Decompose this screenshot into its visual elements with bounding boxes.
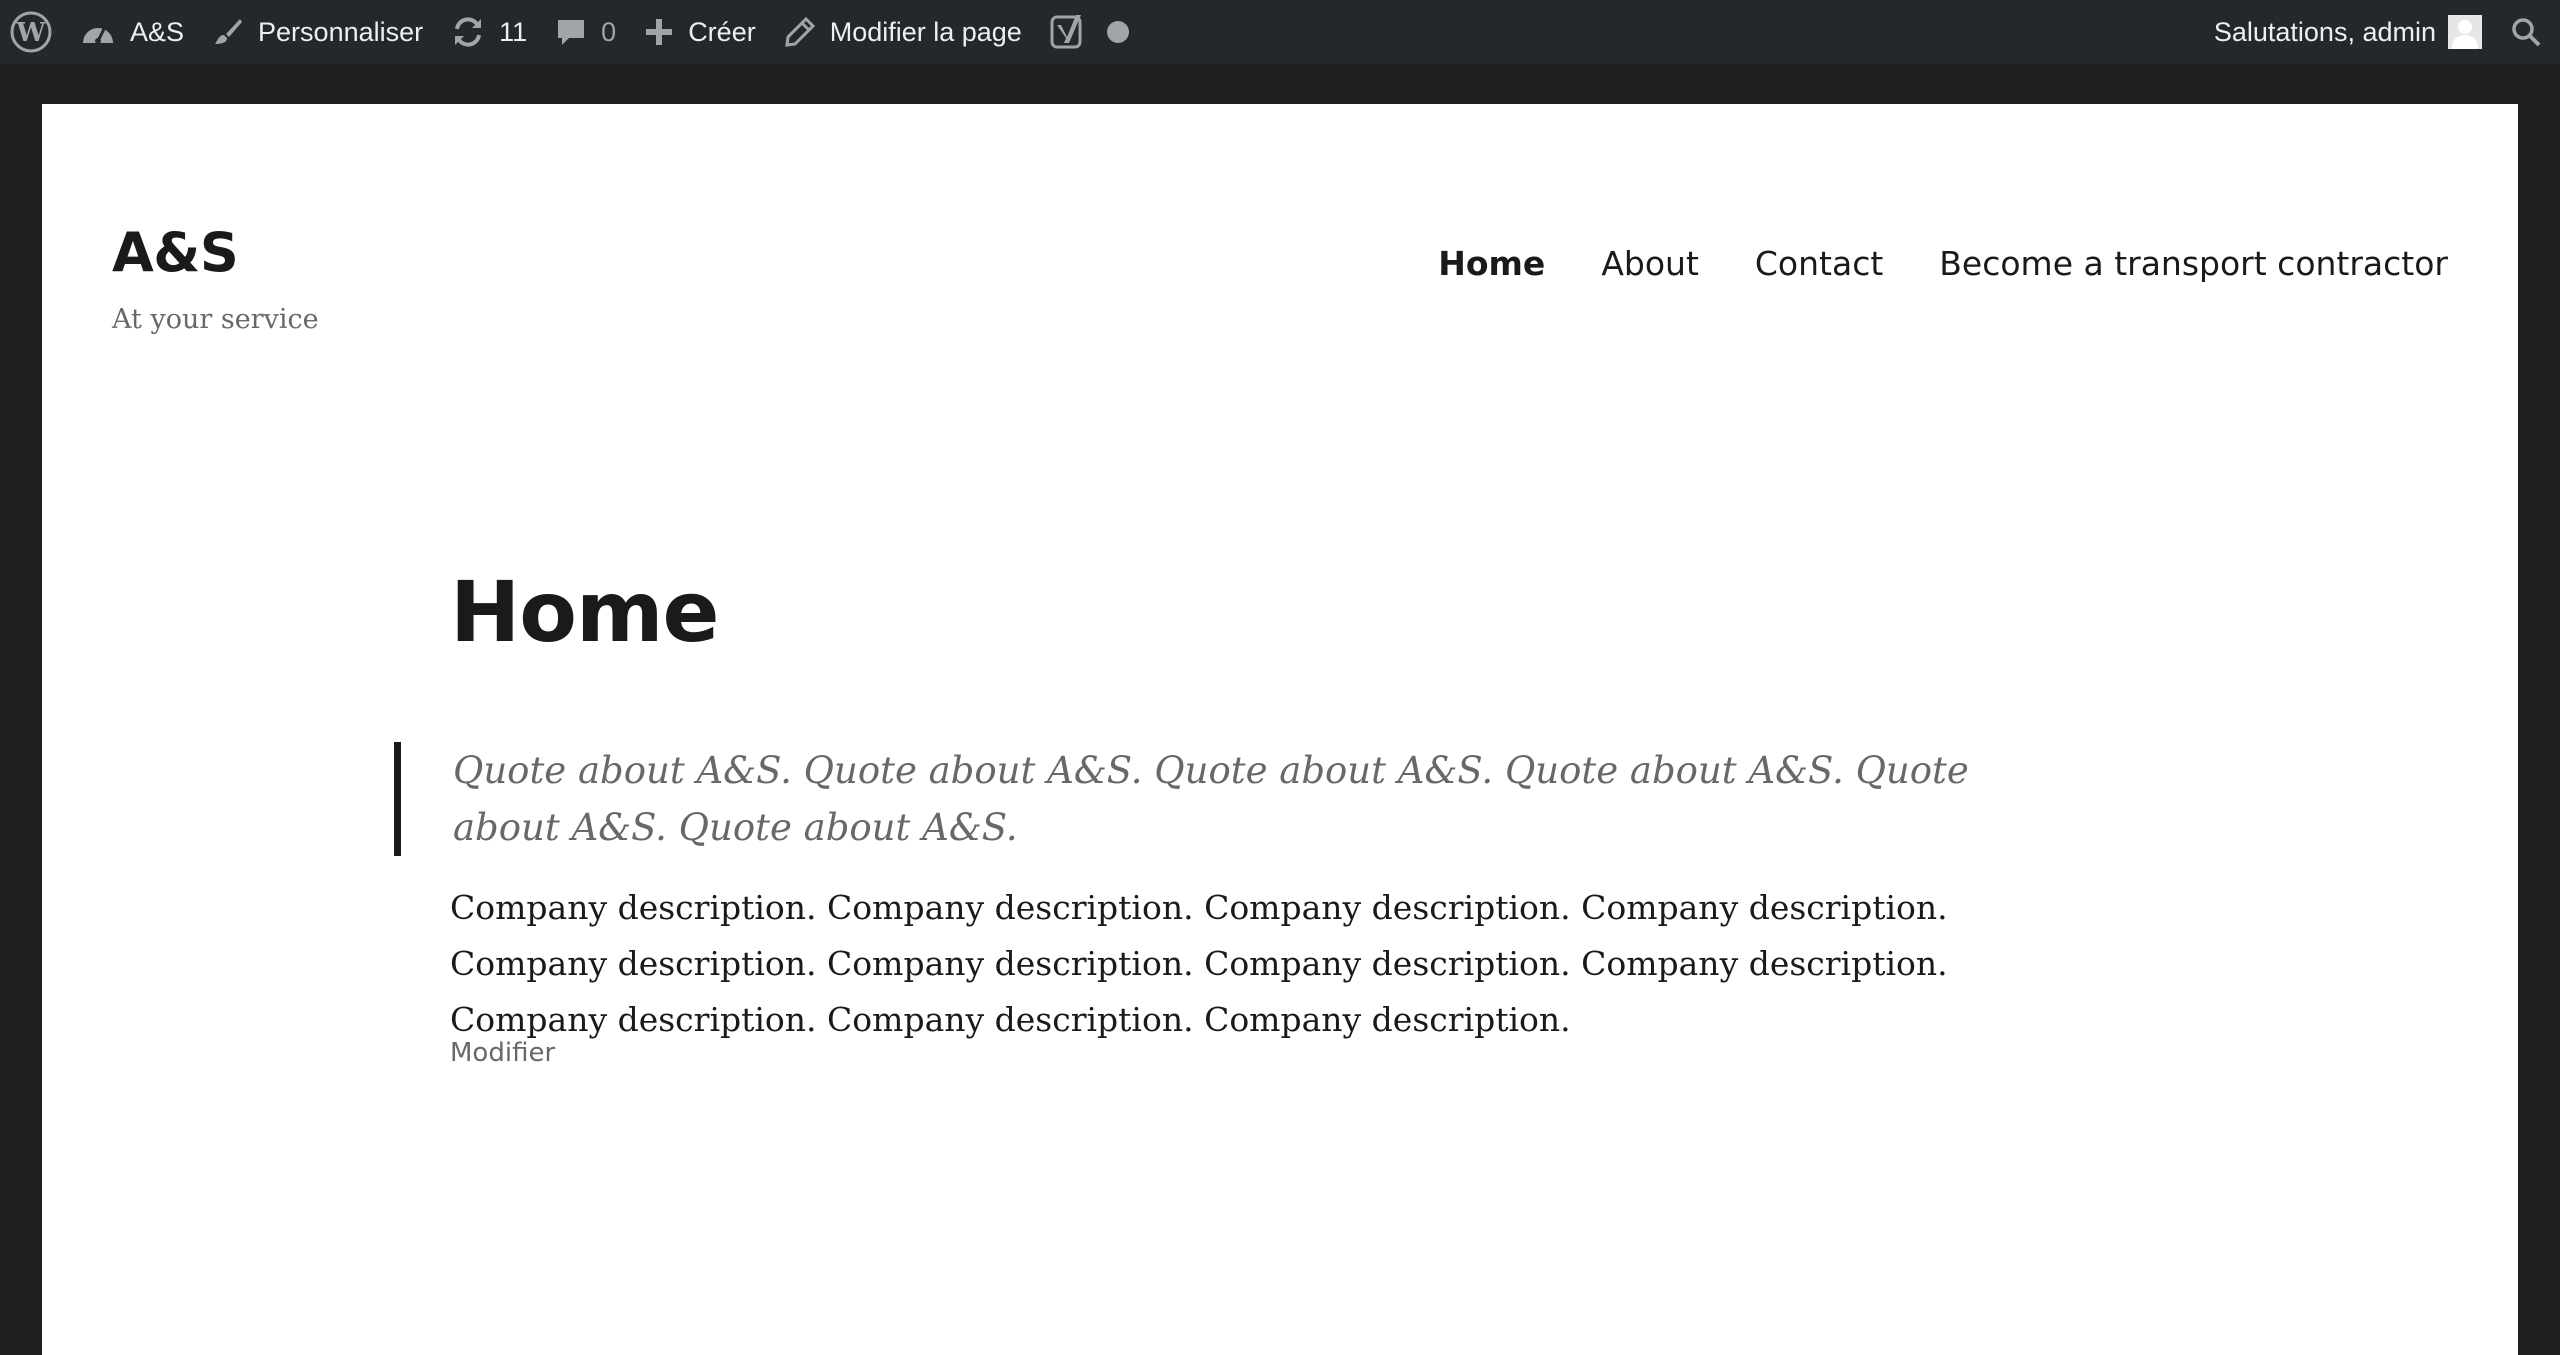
comments-count: 0 (601, 16, 617, 47)
site-name-label: A&S (130, 16, 185, 47)
admin-bar-left: W A&S Personnaliser 11 0 Créer Modifier … (0, 0, 1144, 64)
updates-count: 11 (499, 16, 528, 47)
company-description: Company description. Company description… (450, 888, 1948, 1039)
yoast-menu[interactable] (1036, 0, 1144, 64)
customize-label: Personnaliser (258, 16, 424, 47)
pencil-icon (784, 16, 815, 47)
main-navigation: Home About Contact Become a transport co… (1382, 244, 2448, 283)
nav-item-home[interactable]: Home (1438, 244, 1545, 283)
edit-link[interactable]: Modifier (450, 1038, 555, 1068)
search-icon (2512, 18, 2541, 47)
brush-icon (215, 19, 243, 44)
greeting-label: Salutations, admin (2213, 16, 2436, 47)
new-content-label: Créer (688, 16, 756, 47)
my-account-menu[interactable]: Salutations, admin (2200, 0, 2496, 64)
nav-item-about[interactable]: About (1601, 244, 1699, 283)
site-page (42, 104, 2518, 1355)
edit-page-button[interactable]: Modifier la page (770, 0, 1036, 64)
site-name-menu[interactable]: A&S (66, 0, 198, 64)
blockquote: Quote about A&S. Quote about A&S. Quote … (394, 742, 2034, 856)
dashboard-icon (83, 28, 113, 44)
comment-icon (558, 20, 585, 45)
svg-text:W: W (15, 18, 46, 48)
site-tagline: At your service (112, 304, 319, 335)
status-dot-icon (1106, 20, 1130, 44)
admin-search-button[interactable] (2496, 0, 2560, 64)
nav-item-transport-contractor[interactable]: Become a transport contractor (1939, 244, 2448, 283)
updates-button[interactable]: 11 (437, 0, 541, 64)
customize-button[interactable]: Personnaliser (198, 0, 437, 64)
nav-item-contact[interactable]: Contact (1755, 244, 1883, 283)
yoast-icon (1050, 15, 1082, 49)
edit-page-label: Modifier la page (829, 16, 1022, 47)
admin-bar-right: Salutations, admin (2200, 0, 2560, 64)
wordpress-logo-icon: W (10, 11, 52, 53)
page-title: Home (450, 563, 720, 661)
new-content-button[interactable]: Créer (630, 0, 770, 64)
refresh-icon (455, 17, 482, 47)
wordpress-menu[interactable]: W (0, 0, 66, 64)
avatar (2448, 15, 2482, 49)
comments-button[interactable]: 0 (541, 0, 630, 64)
admin-bar: W A&S Personnaliser 11 0 Créer Modifier … (0, 0, 2560, 64)
plus-icon (646, 19, 673, 45)
site-title[interactable]: A&S (112, 226, 239, 280)
